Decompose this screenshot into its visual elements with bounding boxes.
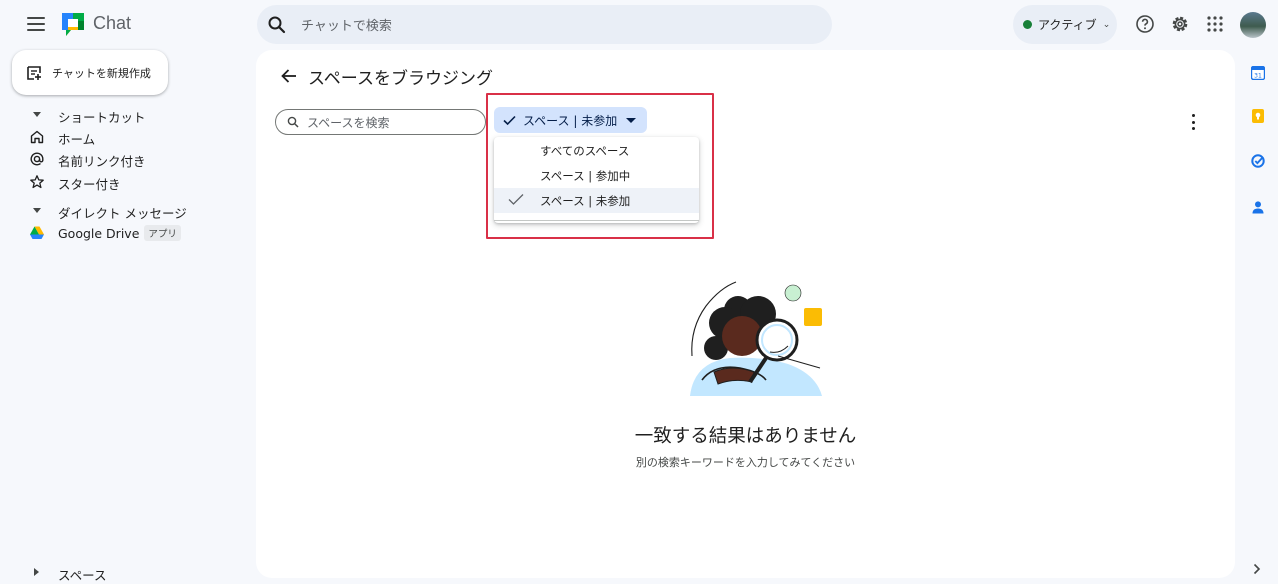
status-label: アクティブ <box>1038 18 1097 32</box>
chevron-right-icon[interactable] <box>1253 563 1261 575</box>
kebab-dot <box>1192 127 1195 130</box>
highlight-annotation-box <box>486 93 714 239</box>
calendar-icon[interactable]: 31 <box>1251 66 1265 80</box>
back-arrow-icon[interactable] <box>280 67 298 85</box>
spaces-label: スペース <box>58 568 107 583</box>
google-drive-icon <box>30 226 44 239</box>
keep-icon[interactable] <box>1251 109 1265 123</box>
browse-spaces-panel: スペースをブラウジング スペースを検索 スペース | 未参加 すべてのスペース … <box>256 50 1235 578</box>
space-search-placeholder: スペースを検索 <box>307 115 390 130</box>
empty-state-subtitle: 別の検索キーワードを入力してみてください <box>635 456 856 469</box>
new-chat-label: チャットを新規作成 <box>52 66 151 80</box>
status-selector[interactable]: アクティブ ⌄ <box>1013 5 1117 44</box>
caret-down-icon <box>33 112 41 117</box>
search-placeholder: チャットで検索 <box>301 19 392 34</box>
menu-line <box>27 17 45 19</box>
settings-gear-icon[interactable] <box>1170 14 1190 34</box>
caret-right-icon <box>34 568 39 576</box>
more-options-icon[interactable] <box>1192 114 1196 130</box>
search-icon <box>287 116 299 128</box>
kebab-dot <box>1192 120 1195 124</box>
space-search-input[interactable]: スペースを検索 <box>275 109 486 135</box>
chat-logo-icon <box>62 13 84 36</box>
app-badge: アプリ <box>144 225 181 241</box>
no-results-illustration <box>690 281 822 396</box>
svg-text:31: 31 <box>1254 73 1262 80</box>
at-icon <box>30 152 44 166</box>
contacts-icon[interactable] <box>1251 200 1265 214</box>
shortcuts-label: ショートカット <box>58 110 146 125</box>
sidebar-item-label: ホーム <box>58 132 96 147</box>
main-menu-button[interactable] <box>24 12 48 36</box>
sidebar-item-label: スター付き <box>58 177 121 192</box>
chat-search-bar[interactable]: チャットで検索 <box>257 5 832 44</box>
apps-grid-icon[interactable] <box>1205 14 1225 34</box>
direct-messages-label: ダイレクト メッセージ <box>58 206 187 221</box>
search-icon <box>268 16 286 33</box>
kebab-dot <box>1192 114 1195 117</box>
new-chat-icon <box>27 65 41 80</box>
chevron-down-icon: ⌄ <box>1102 19 1111 30</box>
sidebar-item-label: 名前リンク付き <box>58 154 146 169</box>
menu-line <box>27 29 45 31</box>
menu-line <box>27 23 45 25</box>
page-title: スペースをブラウジング <box>308 69 493 89</box>
caret-down-icon <box>33 208 41 213</box>
sidebar-item-label: Google Drive <box>58 226 140 241</box>
help-icon[interactable] <box>1135 14 1155 34</box>
home-icon <box>30 130 44 144</box>
app-name: Chat <box>93 13 132 33</box>
status-dot <box>1023 20 1032 29</box>
empty-state-title: 一致する結果はありません <box>634 426 857 447</box>
star-icon <box>30 175 44 189</box>
new-chat-button[interactable]: チャットを新規作成 <box>12 50 168 95</box>
tasks-icon[interactable] <box>1251 154 1265 168</box>
account-avatar[interactable] <box>1240 12 1266 38</box>
